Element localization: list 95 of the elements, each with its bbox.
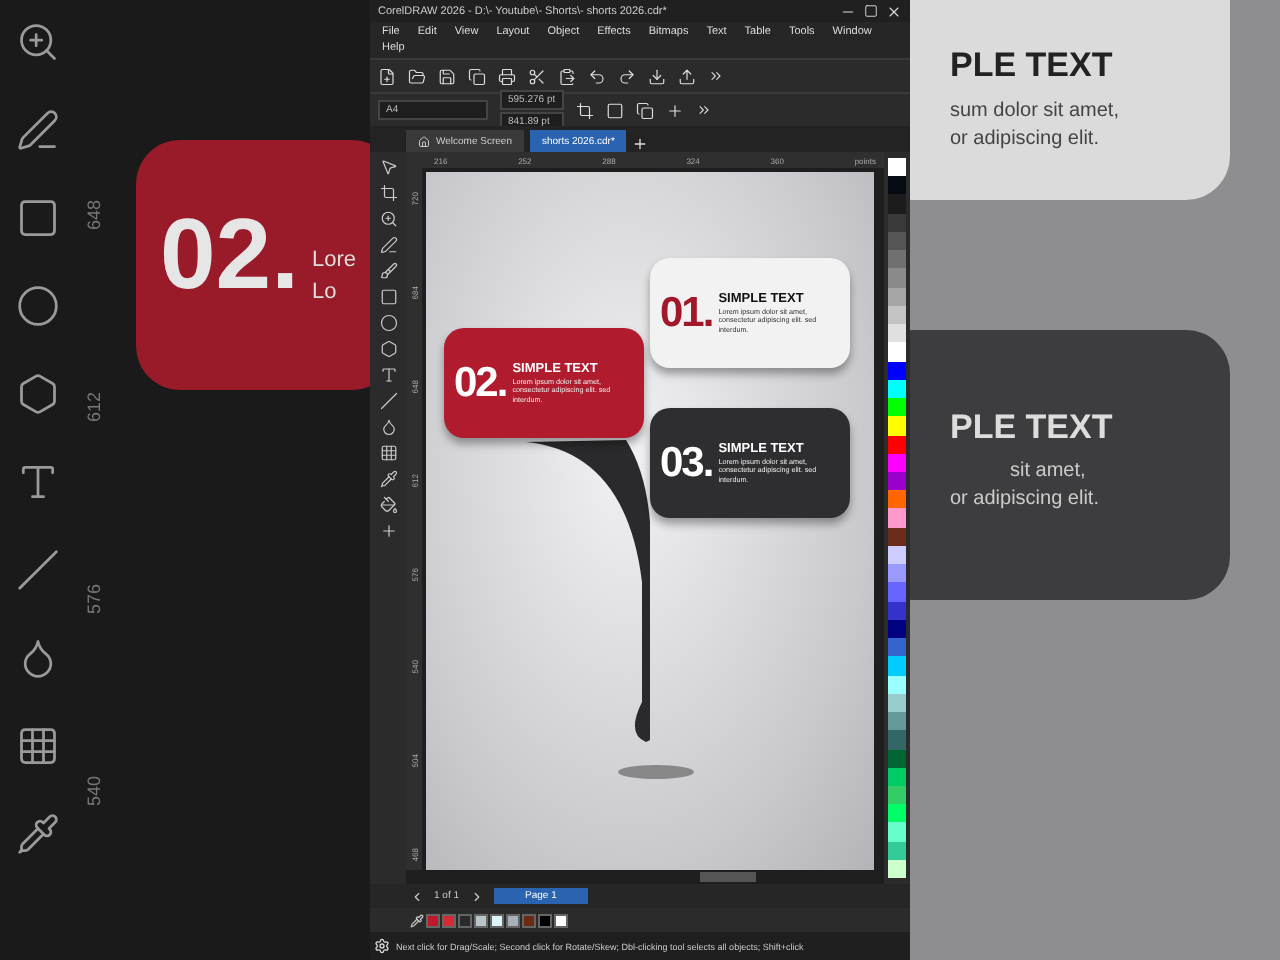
color-swatch[interactable] [888,508,906,528]
color-swatch[interactable] [888,656,906,676]
ruler-number: 612 [84,392,104,427]
color-swatch[interactable] [888,268,906,288]
card-text: Lo [312,280,337,304]
color-swatch[interactable] [888,582,906,602]
open-icon[interactable] [408,67,426,85]
ruler-number: 576 [84,584,104,619]
card-text: sit amet, [1010,460,1086,482]
color-swatch[interactable] [490,913,504,927]
tool-icon [16,108,60,152]
color-swatch[interactable] [888,730,906,749]
color-swatch[interactable] [554,913,568,927]
color-swatch[interactable] [426,913,440,927]
home-icon [418,135,430,147]
save-icon[interactable] [438,67,456,85]
brush-icon[interactable] [379,262,397,280]
next-icon[interactable] [469,889,484,903]
color-swatch[interactable] [888,250,906,269]
copy-icon[interactable] [468,67,486,85]
card-title: PLE TEXT [950,46,1113,86]
color-swatch[interactable] [888,194,906,214]
color-swatch[interactable] [474,913,488,927]
settings-icon[interactable] [374,938,390,954]
color-swatch[interactable] [888,804,906,823]
card-text: sum dolor sit amet, [950,100,1119,122]
pointer-icon[interactable] [379,158,397,176]
color-swatch[interactable] [888,342,906,362]
cut-icon[interactable] [528,67,546,85]
tool-icon [16,548,60,592]
tool-icon [16,20,60,64]
fit-icon[interactable] [575,101,594,119]
polygon-icon[interactable] [379,340,397,358]
ruler-number: 648 [84,200,104,235]
color-swatch[interactable] [538,913,552,927]
text-icon[interactable] [379,366,397,384]
close-button[interactable] [886,3,902,19]
color-swatch[interactable] [442,913,456,927]
scroll-thumb[interactable] [700,872,756,882]
tool-icon [16,460,60,504]
previous-icon[interactable] [410,889,424,903]
eyedropper-icon[interactable] [410,913,424,927]
card-text: or adipiscing elit. [950,488,1099,510]
color-swatch[interactable] [522,913,536,927]
paste-icon[interactable] [558,67,576,85]
undo-icon[interactable] [588,67,606,85]
color-swatch[interactable] [888,490,906,509]
add-icon[interactable] [665,101,684,119]
ruler-number: 540 [84,776,104,811]
import-icon[interactable] [648,67,666,85]
new-document-icon[interactable] [378,67,396,85]
color-swatch[interactable] [888,712,906,731]
drop-shadow [616,762,696,782]
card-number: 02. [454,359,507,407]
tool-icon [16,284,60,328]
zoom-icon[interactable] [379,210,397,228]
checker-icon[interactable] [379,444,397,462]
maximize-button[interactable] [864,4,878,18]
eyedropper-icon[interactable] [379,470,397,488]
portrait-icon[interactable] [605,101,624,119]
new-tab-icon[interactable] [632,136,649,152]
print-icon[interactable] [498,67,516,85]
tool-icon [16,724,60,768]
color-swatch[interactable] [888,638,906,657]
card-text: or adipiscing elit. [950,128,1099,150]
color-swatch[interactable] [506,913,520,927]
card-number: 03. [660,439,713,487]
ellipse-icon[interactable] [379,314,397,332]
crop-icon[interactable] [379,184,397,202]
fill-icon[interactable] [379,496,397,514]
add-icon[interactable] [379,522,397,540]
card-title: PLE TEXT [950,408,1113,448]
card-number: 01. [660,289,713,337]
rectangle-icon[interactable] [379,288,397,306]
redo-icon[interactable] [618,67,636,85]
more-icon[interactable] [695,102,712,118]
color-swatch[interactable] [458,913,472,927]
color-swatch[interactable] [888,398,906,417]
pen-icon[interactable] [379,236,397,254]
export-icon[interactable] [678,67,696,85]
pages-icon[interactable] [635,101,654,119]
color-swatch[interactable] [888,158,906,177]
color-swatch[interactable] [888,822,906,842]
card-number: 02. [160,196,300,312]
color-swatch[interactable] [888,416,906,436]
more-icon[interactable] [708,68,724,84]
color-swatch[interactable] [888,324,906,343]
tool-icon [16,812,60,856]
tool-icon [16,372,60,416]
color-swatch[interactable] [888,564,906,583]
card-text: Lore [312,248,357,272]
tool-icon [16,196,60,240]
color-swatch[interactable] [888,176,906,195]
line-icon[interactable] [379,392,397,410]
drop-icon[interactable] [379,418,397,436]
